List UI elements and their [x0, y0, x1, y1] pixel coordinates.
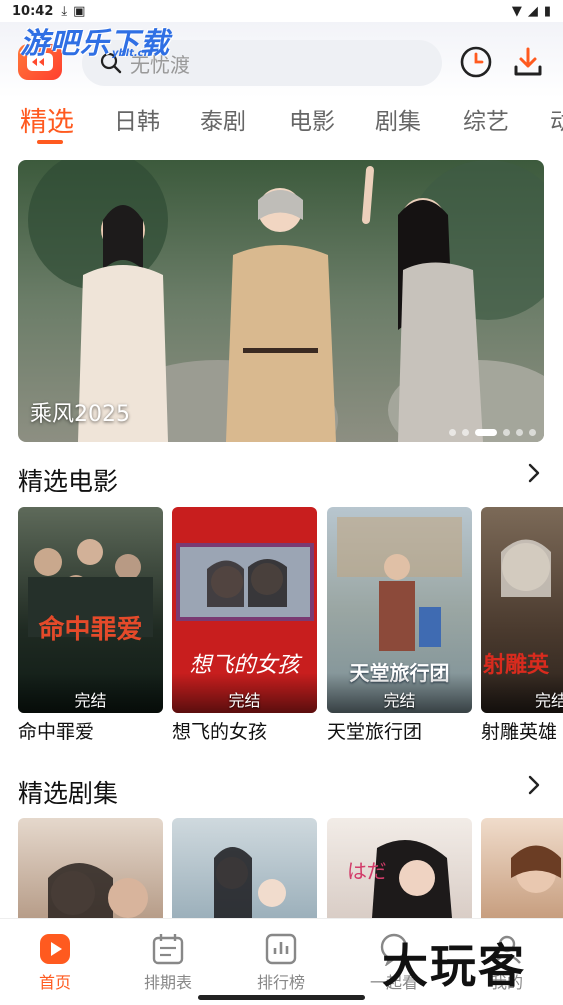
- nav-schedule[interactable]: 排期表: [123, 931, 213, 993]
- movie-card[interactable]: 射雕英 完结 射雕英雄: [481, 507, 563, 744]
- carousel-dot: [529, 429, 536, 436]
- watermark-subtext: yblt.cn: [112, 48, 151, 59]
- carousel-dot: [449, 429, 456, 436]
- signal-icon: ◢: [527, 3, 538, 19]
- movie-title: 天堂旅行团: [327, 721, 423, 743]
- brand-watermark: 大玩客: [382, 939, 526, 993]
- carousel-dot-active: [475, 429, 497, 436]
- history-button[interactable]: [458, 44, 494, 80]
- series-more-button[interactable]: [527, 774, 541, 802]
- clock-icon: [460, 46, 492, 78]
- movie-card[interactable]: 天堂旅行团 完结 天堂旅行团: [327, 507, 472, 744]
- section-title-movies: 精选电影: [18, 467, 119, 496]
- movie-poster-text: 命中罪爱: [38, 615, 143, 645]
- movie-poster: 天堂旅行团 完结: [327, 507, 472, 713]
- movie-poster: 命中罪爱 完结: [18, 507, 163, 713]
- status-time: 10:42: [12, 3, 54, 19]
- svg-text:はだ: はだ: [347, 859, 387, 883]
- section-title-series: 精选剧集: [18, 779, 119, 808]
- carousel-dots: [449, 429, 536, 436]
- chevron-right-icon: [528, 775, 540, 795]
- tab-thai-drama[interactable]: 泰剧: [200, 102, 246, 136]
- carousel-dot: [462, 429, 469, 436]
- download-button[interactable]: [510, 44, 546, 80]
- tab-anime[interactable]: 动: [550, 102, 563, 136]
- movies-more-button[interactable]: [527, 462, 541, 490]
- carousel-dot: [503, 429, 510, 436]
- wifi-icon: ▼: [511, 3, 522, 19]
- movie-title: 命中罪爱: [18, 721, 95, 743]
- nav-label: 首页: [38, 973, 71, 992]
- nav-label: 排期表: [143, 973, 192, 992]
- series-poster[interactable]: [18, 818, 163, 918]
- nav-ranking[interactable]: 排行榜: [236, 931, 326, 993]
- carousel-dot: [516, 429, 523, 436]
- movie-poster: 射雕英 完结: [481, 507, 563, 713]
- active-tab-indicator: [37, 140, 63, 144]
- movie-title: 射雕英雄: [481, 721, 558, 743]
- movie-card[interactable]: 想飞的女孩 完结 想飞的女孩: [172, 507, 317, 744]
- movie-card[interactable]: 命中罪爱 完结 命中罪爱: [18, 507, 163, 744]
- movie-status: 完结: [74, 691, 107, 710]
- ranking-icon: [265, 933, 297, 965]
- gesture-home-bar[interactable]: [198, 995, 365, 1000]
- app-header: 无忧渡 游吧乐下载 yblt.cn: [0, 22, 563, 98]
- nav-home[interactable]: 首页: [10, 931, 100, 993]
- series-row: はだ: [18, 818, 563, 918]
- banner-title: 乘风2025: [30, 402, 130, 427]
- tab-featured[interactable]: 精选: [20, 100, 74, 139]
- download-icon: [514, 47, 542, 76]
- notification-icon: ▣: [73, 3, 86, 19]
- battery-icon: ▮: [543, 3, 551, 19]
- download-status-icon: ⤓: [61, 3, 68, 19]
- calendar-icon: [152, 934, 184, 965]
- tab-variety[interactable]: 综艺: [463, 102, 509, 136]
- status-bar: 10:42 ⤓ ▣ ▼ ◢ ▮: [0, 0, 563, 22]
- movie-poster: 想飞的女孩 完结: [172, 507, 317, 713]
- series-poster[interactable]: [481, 818, 563, 918]
- movie-title: 想飞的女孩: [172, 721, 268, 743]
- tab-japan-korea[interactable]: 日韩: [114, 102, 160, 136]
- series-poster[interactable]: [172, 818, 317, 918]
- movie-status: 完结: [383, 691, 416, 710]
- hero-banner[interactable]: 乘风2025: [18, 160, 544, 442]
- home-play-icon: [40, 934, 70, 964]
- movie-status: 完结: [228, 691, 261, 710]
- movies-row: 命中罪爱 完结 命中罪爱 想飞的女孩 完结 想飞的女孩 完结 天堂旅行团 射雕英…: [18, 507, 563, 747]
- tab-series[interactable]: 剧集: [375, 102, 421, 136]
- series-poster[interactable]: はだ: [327, 818, 472, 918]
- movie-status: 完结: [535, 691, 563, 710]
- nav-label: 排行榜: [256, 973, 305, 992]
- tab-movies[interactable]: 电影: [289, 102, 335, 136]
- category-tabs: 精选 日韩 泰剧 电影 剧集 综艺 动: [0, 100, 563, 152]
- chevron-right-icon: [528, 463, 540, 483]
